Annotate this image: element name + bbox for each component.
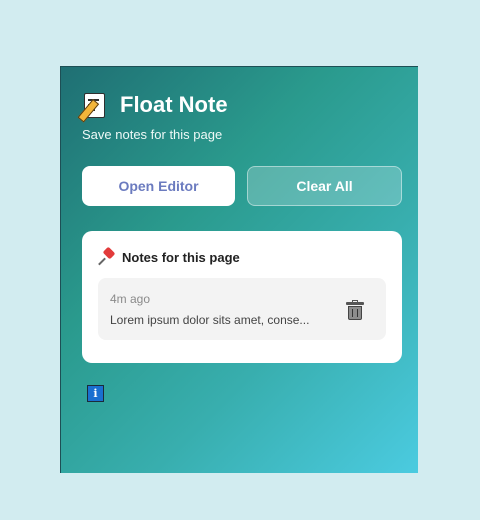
app-title: Float Note: [120, 92, 228, 117]
memo-icon: [77, 91, 110, 123]
note-timestamp: 4m ago: [110, 292, 151, 306]
popup-header: Float Note: [77, 91, 228, 123]
open-editor-button[interactable]: Open Editor: [82, 166, 235, 206]
clear-all-button[interactable]: Clear All: [247, 166, 402, 206]
info-icon[interactable]: i: [87, 385, 104, 402]
note-preview-text: Lorem ipsum dolor sits amet, conse...: [110, 313, 310, 327]
pushpin-icon: [98, 246, 116, 266]
notes-card: Notes for this page 4m ago Lorem ipsum d…: [82, 231, 402, 363]
app-subtitle: Save notes for this page: [82, 127, 223, 142]
trash-icon[interactable]: [346, 300, 364, 320]
note-item[interactable]: 4m ago Lorem ipsum dolor sits amet, cons…: [98, 278, 386, 340]
notes-card-header: Notes for this page: [98, 246, 240, 266]
notes-card-title: Notes for this page: [122, 249, 240, 265]
extension-popup: Float Note Save notes for this page Open…: [60, 66, 418, 473]
